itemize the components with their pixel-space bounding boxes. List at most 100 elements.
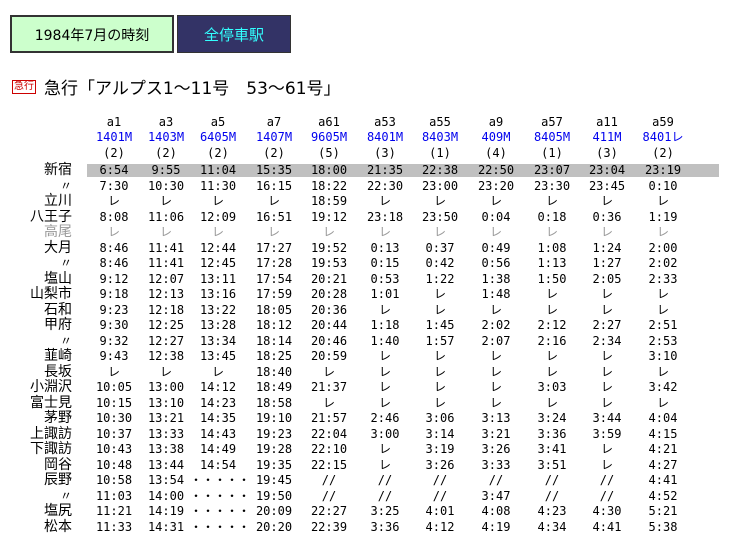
time-cell: 23:19: [644, 163, 682, 177]
time-cell: 3:13: [481, 411, 511, 425]
time-cell: ・・・・・: [190, 489, 251, 503]
time-cell: 22:38: [421, 163, 459, 177]
time-cell: 19:10: [255, 411, 293, 425]
train-number: 8403M: [421, 130, 459, 144]
time-cell: 2:46: [370, 411, 400, 425]
time-cell: 21:37: [310, 380, 348, 394]
time-cell: レ: [322, 396, 335, 410]
train-id: a7: [266, 115, 282, 129]
time-cell: 16:51: [255, 210, 293, 224]
time-cell: 4:19: [481, 520, 511, 534]
time-cell: 18:05: [255, 303, 293, 317]
time-cell: レ: [211, 225, 224, 239]
time-cell: 2:34: [592, 334, 622, 348]
time-cell: 9:55: [151, 163, 181, 177]
time-cell: レ: [378, 365, 391, 379]
train-number: 1407M: [255, 130, 293, 144]
time-cell: 14:54: [199, 458, 237, 472]
header-row-train-id: a1 a3 a5 a7 a61 a53 a55 a9 a57 a11 a59: [0, 116, 730, 129]
time-cell: レ: [378, 396, 391, 410]
time-cell: 11:30: [199, 179, 237, 193]
car-count: (1): [429, 146, 451, 160]
time-cell: 3:51: [537, 458, 567, 472]
time-cell: レ: [489, 225, 502, 239]
departure-row: 〃 7:30 10:30 11:30 16:15 18:22 22:30 23:00 23:20…: [0, 180, 730, 193]
time-cell: ・・・・・: [190, 473, 251, 487]
train-number: 411M: [592, 130, 622, 144]
station-name: 上諏訪: [30, 426, 72, 442]
train-id: a55: [429, 115, 451, 129]
time-cell: レ: [600, 303, 613, 317]
time-cell: 0:56: [481, 256, 511, 270]
time-cell: 0:18: [537, 210, 567, 224]
time-cell: レ: [322, 365, 335, 379]
time-cell: レ: [489, 303, 502, 317]
time-cell: 13:11: [199, 272, 237, 286]
car-count: (2): [155, 146, 177, 160]
time-cell: 4:52: [648, 489, 678, 503]
station-row: 松本 11:33 14:31 ・・・・・ 20:20 22:39 3:36 4:12 4:19 4…: [0, 520, 730, 534]
time-cell: 0:10: [648, 179, 678, 193]
departure-row: 〃 9:32 12:27 13:34 18:14 20:46 1:40 1:57 2:07 2:1…: [0, 335, 730, 348]
time-cell: 13:21: [147, 411, 185, 425]
time-cell: 4:34: [537, 520, 567, 534]
time-cell: 3:36: [537, 427, 567, 441]
time-cell: 14:31: [147, 520, 185, 534]
time-cell: 3:59: [592, 427, 622, 441]
time-cell: 17:59: [255, 287, 293, 301]
station-row: 甲府 9:30 12:25 13:28 18:12 20:44 1:18 1:45 2:02 2:…: [0, 318, 730, 332]
station-name: 山梨市: [30, 286, 72, 302]
time-cell: レ: [159, 225, 172, 239]
station-name: 〃: [59, 179, 72, 193]
time-cell: 1:45: [425, 318, 455, 332]
time-cell: //: [544, 473, 560, 487]
time-cell: 23:20: [477, 179, 515, 193]
time-cell: レ: [545, 194, 558, 208]
time-cell: 3:03: [537, 380, 567, 394]
time-cell: 0:37: [425, 241, 455, 255]
station-row: 下諏訪 10:43 13:38 14:49 19:28 22:10 レ 3:19 3:26 3:4…: [0, 442, 730, 456]
time-cell: 3:14: [425, 427, 455, 441]
station-row: 八王子 8:08 11:06 12:09 16:51 19:12 23:18 23:50 0:0…: [0, 210, 730, 224]
time-cell: 12:07: [147, 272, 185, 286]
time-cell: 3:19: [425, 442, 455, 456]
time-cell: //: [599, 473, 615, 487]
car-count: (1): [541, 146, 563, 160]
station-row: 新宿 6:54 9:55 11:04 15:35 18:00 21:35 22:38 22:50…: [0, 163, 730, 177]
time-cell: 1:50: [537, 272, 567, 286]
time-cell: //: [432, 489, 448, 503]
time-cell: 6:54: [99, 163, 129, 177]
time-cell: 22:50: [477, 163, 515, 177]
all-stations-button[interactable]: 全停車駅: [177, 15, 291, 53]
time-cell: 12:25: [147, 318, 185, 332]
time-cell: 4:21: [648, 442, 678, 456]
time-cell: 19:23: [255, 427, 293, 441]
time-cell: レ: [378, 442, 391, 456]
time-cell: 22:27: [310, 504, 348, 518]
time-cell: 10:15: [95, 396, 133, 410]
station-row: 韮崎 9:43 12:38 13:45 18:25 20:59 レ レ レ レ レ 3:10: [0, 349, 730, 363]
time-cell: //: [321, 489, 337, 503]
time-cell: レ: [433, 225, 446, 239]
station-row: 塩尻 11:21 14:19 ・・・・・ 20:09 22:27 3:25 4:01 4:08 4…: [0, 504, 730, 518]
time-cell: レ: [378, 225, 391, 239]
train-number: 1401M: [95, 130, 133, 144]
time-cell: 4:04: [648, 411, 678, 425]
time-cell: レ: [656, 225, 669, 239]
time-cell: 23:50: [421, 210, 459, 224]
time-cell: 9:12: [99, 272, 129, 286]
time-cell: レ: [600, 442, 613, 456]
time-cell: 23:04: [588, 163, 626, 177]
time-cell: レ: [545, 225, 558, 239]
station-name: 〃: [59, 489, 72, 503]
time-cell: 13:28: [199, 318, 237, 332]
train-id: a5: [210, 115, 226, 129]
time-cell: レ: [433, 303, 446, 317]
express-train-icon: 急行: [12, 80, 36, 94]
station-row: 石和 9:23 12:18 13:22 18:05 20:36 レ レ レ レ レ レ: [0, 303, 730, 317]
time-cell: 0:13: [370, 241, 400, 255]
time-cell: レ: [378, 349, 391, 363]
time-cell: 2:05: [592, 272, 622, 286]
train-number: 409M: [481, 130, 511, 144]
time-cell: 0:15: [370, 256, 400, 270]
